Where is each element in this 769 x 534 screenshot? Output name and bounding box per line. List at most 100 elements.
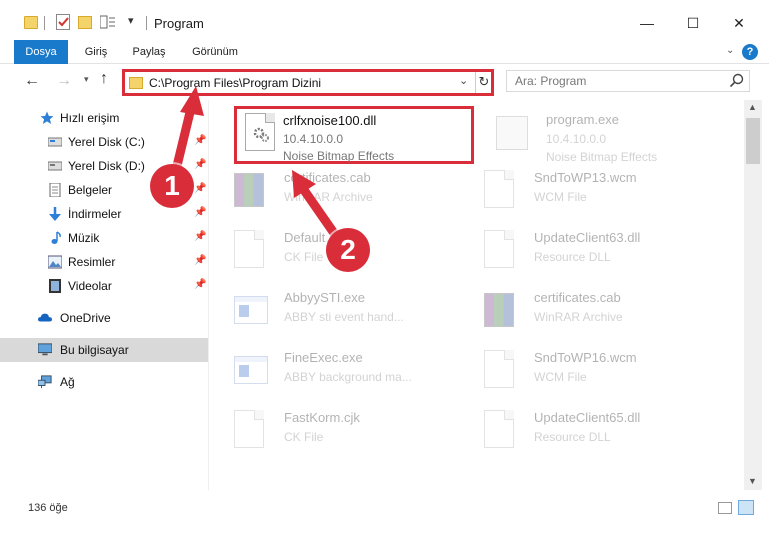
address-path[interactable]: C:\Program Files\Program Dizini: [149, 76, 321, 90]
computer-icon: [38, 343, 52, 356]
file-tile-sndtowp16-wcm[interactable]: SndToWP16.wcm WCM File: [462, 344, 702, 396]
sidebar-item-onedrive[interactable]: OneDrive: [0, 306, 208, 330]
drive-icon: [48, 161, 62, 171]
file-name: FastKorm.cjk: [284, 410, 360, 425]
file-description: Noise Bitmap Effects: [546, 150, 658, 164]
search-icon[interactable]: [729, 73, 745, 89]
scroll-down-icon[interactable]: ▼: [748, 476, 757, 486]
sidebar-item-label: Yerel Disk (C:): [68, 135, 145, 149]
forward-arrow-icon[interactable]: →: [56, 72, 72, 90]
help-icon[interactable]: ?: [742, 44, 758, 60]
sidebar-item-music[interactable]: Müzik 📌: [0, 226, 208, 250]
pin-icon: 📌: [194, 135, 207, 146]
title-separator: [146, 16, 147, 30]
file-description: WinRAR Archive: [284, 190, 373, 204]
file-description: CK File: [284, 250, 324, 264]
file-name: SndToWP16.wcm: [534, 350, 637, 365]
file-description: Resource DLL: [534, 250, 611, 264]
dll-gear-icon: [484, 410, 518, 450]
expand-ribbon-chevron-icon[interactable]: ⌄: [726, 45, 734, 56]
pin-icon: 📌: [194, 231, 207, 242]
file-tile-abbyysti-exe[interactable]: AbbyySTI.exe ABBY sti event hand...: [212, 284, 452, 336]
back-arrow-icon[interactable]: ←: [24, 72, 40, 90]
file-tile-sndtowp13-wcm[interactable]: SndToWP13.wcm WCM File: [462, 164, 702, 216]
tab-view[interactable]: Görünüm: [186, 40, 244, 64]
file-name: FineExec.exe: [284, 350, 363, 365]
file-tile-updateclient65-dll[interactable]: UpdateClient65.dll Resource DLL: [462, 404, 702, 456]
file-tile-crlfxnoise100-dll[interactable]: crlfxnoise100.dll 10.4.10.0.0 Noise Bitm…: [234, 106, 474, 164]
pin-icon: 📌: [194, 183, 207, 194]
vertical-scrollbar[interactable]: ▲ ▼: [744, 100, 762, 490]
tab-file[interactable]: Dosya: [14, 40, 68, 64]
scrollbar-thumb[interactable]: [746, 118, 760, 164]
sidebar-item-local-disk-c[interactable]: Yerel Disk (C:) 📌: [0, 130, 208, 154]
title-bar: ▾ Program — ☐ ✕: [0, 0, 769, 40]
file-version: 10.4.10.0.0: [283, 132, 344, 146]
folder-icon[interactable]: [24, 16, 38, 29]
file-name: AbbyySTI.exe: [284, 290, 365, 305]
navigation-pane-divider[interactable]: [208, 100, 209, 490]
up-arrow-icon[interactable]: ↑: [100, 70, 108, 88]
download-icon: [49, 207, 61, 221]
window-title: Program: [154, 16, 204, 31]
file-tile-updateclient63-dll[interactable]: UpdateClient63.dll Resource DLL: [462, 224, 702, 276]
star-icon: [40, 111, 54, 124]
status-bar: 136 öğe: [0, 496, 769, 522]
file-tile-fineexec-exe[interactable]: FineExec.exe ABBY background ma...: [212, 344, 452, 396]
scroll-up-icon[interactable]: ▲: [748, 102, 757, 112]
sidebar-item-label: Yerel Disk (D:): [68, 159, 145, 173]
pin-icon: 📌: [194, 159, 207, 170]
file-version: 10.4.10.0.0: [546, 132, 607, 146]
sidebar-item-label: İndirmeler: [68, 207, 122, 221]
tab-share[interactable]: Paylaş: [128, 40, 170, 64]
sidebar-item-label: Videolar: [68, 279, 112, 293]
recent-locations-chevron-icon[interactable]: ▾: [84, 74, 89, 85]
file-name: UpdateClient63.dll: [534, 230, 641, 245]
drive-icon: [48, 137, 62, 147]
address-dropdown-icon[interactable]: ⌄: [459, 74, 468, 87]
details-view-icon[interactable]: [718, 502, 732, 514]
file-description: ABBY sti event hand...: [284, 310, 404, 324]
file-name: program.exe: [546, 112, 619, 127]
sidebar-item-network[interactable]: Ağ: [0, 370, 208, 394]
refresh-button[interactable]: ↻: [475, 72, 492, 93]
search-placeholder: Ara: Program: [515, 74, 587, 88]
sidebar-item-label: Belgeler: [68, 183, 113, 197]
exe-icon: [496, 112, 530, 152]
sidebar-item-pictures[interactable]: Resimler 📌: [0, 250, 208, 274]
file-description: Resource DLL: [534, 430, 611, 444]
address-bar[interactable]: C:\Program Files\Program Dizini ⌄ ↻: [122, 69, 494, 96]
file-tile-program-exe[interactable]: program.exe 10.4.10.0.0 Noise Bitmap Eff…: [474, 106, 714, 164]
tiles-view-icon[interactable]: [738, 500, 754, 515]
videos-icon: [49, 279, 61, 293]
customize-toolbar-dropdown-icon[interactable]: ▾: [128, 14, 134, 27]
documents-icon: [49, 183, 61, 197]
sidebar-item-quick-access[interactable]: Hızlı erişim: [0, 106, 208, 130]
sidebar-item-videos[interactable]: Videolar 📌: [0, 274, 208, 298]
file-tile-certificates-cab-2[interactable]: certificates.cab WinRAR Archive: [462, 284, 702, 336]
minimize-button[interactable]: —: [624, 8, 670, 38]
file-tile-certificates-cab[interactable]: certificates.cab WinRAR Archive: [212, 164, 452, 216]
sidebar-item-label: Müzik: [68, 231, 100, 245]
dll-gear-icon: [484, 230, 518, 270]
app-icon: [234, 290, 268, 330]
file-name: certificates.cab: [534, 290, 621, 305]
new-folder-icon[interactable]: [78, 16, 92, 29]
properties-check-icon[interactable]: [56, 14, 70, 30]
document-icon: [234, 410, 268, 450]
pin-icon: 📌: [194, 207, 207, 218]
sidebar-item-this-pc[interactable]: Bu bilgisayar: [0, 338, 208, 362]
file-description: Noise Bitmap Effects: [283, 149, 395, 163]
tab-home[interactable]: Giriş: [78, 40, 114, 64]
file-name: SndToWP13.wcm: [534, 170, 637, 185]
file-tile-fastkorm-cjk[interactable]: FastKorm.cjk CK File: [212, 404, 452, 456]
file-name: crlfxnoise100.dll: [283, 113, 377, 128]
maximize-button[interactable]: ☐: [670, 8, 716, 38]
close-button[interactable]: ✕: [716, 8, 762, 38]
file-description: ABBY background ma...: [284, 370, 412, 384]
view-properties-icon[interactable]: [99, 15, 116, 29]
quick-access-separator: [44, 16, 45, 30]
dll-gear-icon: [245, 113, 279, 153]
search-box[interactable]: Ara: Program: [506, 70, 750, 92]
document-icon: [484, 170, 518, 210]
